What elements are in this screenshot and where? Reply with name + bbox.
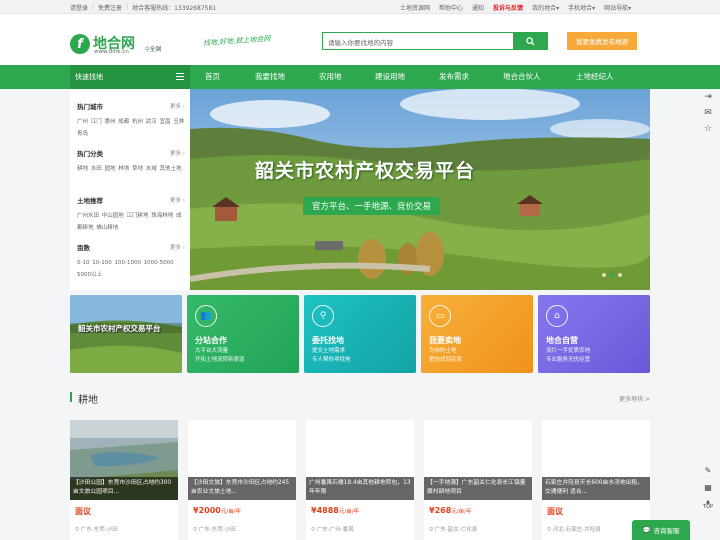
top-link-land-resource[interactable]: 土地资源网 (400, 3, 430, 12)
land-location: ⚲ 河北-石家庄-井陉县 (547, 527, 601, 533)
chat-bubble-icon: 💬 (642, 526, 651, 534)
search-icon (525, 36, 535, 46)
banner-title: 韶关市农村产权交易平台 (255, 160, 476, 182)
card-commission-search[interactable]: ⚲ 委托找地 提交土地需求 专人帮你寻找地 (304, 295, 416, 373)
category-sidebar: 热门城市 更多 › 广州 江门 惠州 成都 杭州 武汉 宜昌 玉林 青岛 热门分… (70, 89, 190, 290)
top-link-notice[interactable]: 通知 (472, 3, 484, 12)
main-nav: 快速找地 首页 我要找地 农用地 建设用地 发布需求 地合合伙人 土地经纪人 (0, 65, 720, 89)
top-link-mobile[interactable]: 手机地合▾ (568, 3, 595, 12)
carousel-dot[interactable] (610, 273, 614, 277)
card-desc: 提交土地需求 专人帮你寻找地 (312, 348, 351, 363)
land-caption: 【一手地源】广东韶关仁化县长江镇量属村耕地项目 (424, 477, 532, 500)
carousel-dot[interactable] (602, 273, 606, 277)
section-header-farmland: 耕地 更多地块 > (70, 392, 650, 406)
section-accent-bar (70, 392, 72, 402)
platform-thumbnail (70, 295, 182, 373)
sidebar-group-recommend: 土地推荐 更多 › 广州水田 中山园地 江门耕地 珠海林地 成都耕地 佛山耕地 (77, 196, 185, 231)
right-toolbar: ⇥ ✉ ☆ (697, 89, 719, 137)
land-caption: 【沙田公园】东莞市沙田区占地约300亩文旅公园项目... (70, 477, 178, 500)
land-listing-card[interactable]: 【沙田公园】东莞市沙田区占地约300亩文旅公园项目... 面议 ⚲ 广东-东莞-… (70, 420, 178, 540)
slogan: 找地,好地,就上地合网 (202, 34, 271, 48)
land-price: ¥2000元/亩/年 (193, 506, 242, 515)
card-desc: 大平台大流量 开拓土地流转新渠道 (195, 348, 245, 363)
nav-item-find-land[interactable]: 我要找地 (255, 65, 319, 89)
nav-item-broker[interactable]: 土地经纪人 (576, 65, 646, 89)
land-price: ¥268元/亩/年 (429, 506, 472, 515)
search-icon: ⚲ (312, 305, 334, 327)
top-link-help[interactable]: 帮助中心 (439, 3, 463, 12)
edit-icon[interactable]: ✎ (697, 462, 719, 479)
search-button[interactable] (513, 33, 547, 49)
search-input[interactable]: 请输入你要找地的内容 (328, 37, 393, 47)
logo-icon[interactable]: f (70, 34, 90, 54)
nav-item-home[interactable]: 首页 (205, 65, 255, 89)
top-link-site-nav[interactable]: 网站导航▾ (604, 3, 631, 12)
feature-cards: 韶关市农村产权交易平台 👥 分站合作 大平台大流量 开拓土地流转新渠道 ⚲ 委托找… (70, 295, 650, 373)
sidebar-group-cities: 热门城市 更多 › 广州 江门 惠州 成都 杭州 武汉 宜昌 玉林 青岛 (77, 102, 185, 137)
nav-item-construction[interactable]: 建设用地 (375, 65, 439, 89)
section-title: 耕地 (78, 395, 98, 406)
land-location: ⚲ 广东-东莞-沙田 (193, 527, 236, 533)
land-price: 面议 (547, 507, 563, 516)
card-branch-cooperation[interactable]: 👥 分站合作 大平台大流量 开拓土地流转新渠道 (187, 295, 299, 373)
back-to-top-button[interactable]: ▲ TOP (697, 496, 719, 513)
card-sell-land[interactable]: ▭ 我要卖地 为你的土地 把快找到买家 (421, 295, 533, 373)
land-location: ⚲ 广东-广州-番禺 (311, 527, 354, 533)
sidebar-group-acreage: 亩数 更多 › 0-10 10-100 100-1000 1000-5000 5… (77, 243, 185, 278)
land-listing-card[interactable]: 广州番禺石楼18.4亩其他耕地转包，13年年限 ¥4888元/亩/年 ⚲ 广东-… (306, 420, 414, 540)
hero-banner[interactable]: 韶关市农村产权交易平台 官方平台、一手地源、竞价交易 (190, 89, 650, 290)
logo-url: www.dihe.cn (94, 49, 129, 55)
nav-item-partner[interactable]: 地合合伙人 (503, 65, 576, 89)
star-icon[interactable]: ☆ (697, 121, 719, 137)
more-link[interactable]: 更多 › (170, 196, 185, 204)
land-caption: 石家庄井陉县天长600亩水浇地出租，交通便利 适合... (542, 477, 650, 500)
people-icon: 👥 (195, 305, 217, 327)
carousel-dots[interactable] (602, 273, 622, 277)
nav-item-farmland[interactable]: 农用地 (319, 65, 375, 89)
publish-land-button[interactable]: 我要免费发布地源 (567, 32, 637, 50)
customer-service-button[interactable]: 💬 咨询客服 (632, 520, 690, 540)
nav-item-publish-demand[interactable]: 发布需求 (439, 65, 503, 89)
top-link-complaint[interactable]: 投诉与反馈 (493, 3, 523, 12)
land-listing-card[interactable]: 【一手地源】广东韶关仁化县长江镇量属村耕地项目 ¥268元/亩/年 ⚲ 广东-韶… (424, 420, 532, 540)
factory-icon: ⌂ (546, 305, 568, 327)
sidebar-group-categories: 热门分类 更多 › 耕地 水田 园地 林地 草地 水域 其他土地 (77, 149, 185, 172)
land-caption: 【沙田文旅】东莞市沙田区占地约245亩农业文旅土地... (188, 477, 296, 500)
more-link[interactable]: 更多 › (170, 243, 185, 251)
site-header: f 地合网 www.dihe.cn ⚲全国 找地,好地,就上地合网 请输入你要找… (0, 14, 720, 65)
login-icon[interactable]: ⇥ (697, 89, 719, 105)
sell-icon: ▭ (429, 305, 451, 327)
more-link[interactable]: 更多 › (170, 149, 185, 157)
card-trading-platform[interactable]: 韶关市农村产权交易平台 (70, 295, 182, 373)
banner-subtitle: 官方平台、一手地源、竞价交易 (303, 197, 441, 215)
register-link[interactable]: 免费注册 (98, 3, 122, 12)
land-listing-card[interactable]: 【沙田文旅】东莞市沙田区占地约245亩农业文旅土地... ¥2000元/亩/年 … (188, 420, 296, 540)
card-desc: 流片一手优质农地 专业服务无忧经营 (546, 348, 591, 363)
land-location: ⚲ 广东-东莞-沙田 (75, 527, 118, 533)
top-utility-bar: 请登录 | 免费注册 | 地合客服热线：13392687581 土地资源网 帮助… (0, 0, 720, 14)
land-price: ¥4888元/亩/年 (311, 506, 360, 515)
top-link-my-dihe[interactable]: 我的地合▾ (532, 3, 559, 12)
carousel-dot[interactable] (618, 273, 622, 277)
login-link[interactable]: 请登录 (70, 3, 88, 12)
landscape-image (190, 89, 650, 290)
card-self-operated[interactable]: ⌂ 地合自营 流片一手优质农地 专业服务无忧经营 (538, 295, 650, 373)
right-toolbar-bottom: ✎ ▦ ▲ TOP (697, 462, 719, 516)
qrcode-icon[interactable]: ▦ (697, 479, 719, 496)
land-location: ⚲ 广东-韶关-仁化县 (429, 527, 478, 533)
quick-find-menu[interactable]: 快速找地 (70, 65, 190, 89)
message-icon[interactable]: ✉ (697, 105, 719, 121)
search-box[interactable]: 请输入你要找地的内容 (322, 32, 548, 50)
more-link[interactable]: 更多 › (170, 102, 185, 110)
card-desc: 为你的土地 把快找到买家 (429, 348, 463, 363)
menu-icon (176, 73, 184, 80)
land-caption: 广州番禺石楼18.4亩其他耕地转包，13年年限 (306, 477, 414, 500)
more-lands-link[interactable]: 更多地块 > (619, 394, 650, 403)
city-selector[interactable]: ⚲全国 (145, 44, 161, 53)
hotline-text: 地合客服热线：13392687581 (132, 5, 217, 12)
land-price: 面议 (75, 507, 91, 516)
